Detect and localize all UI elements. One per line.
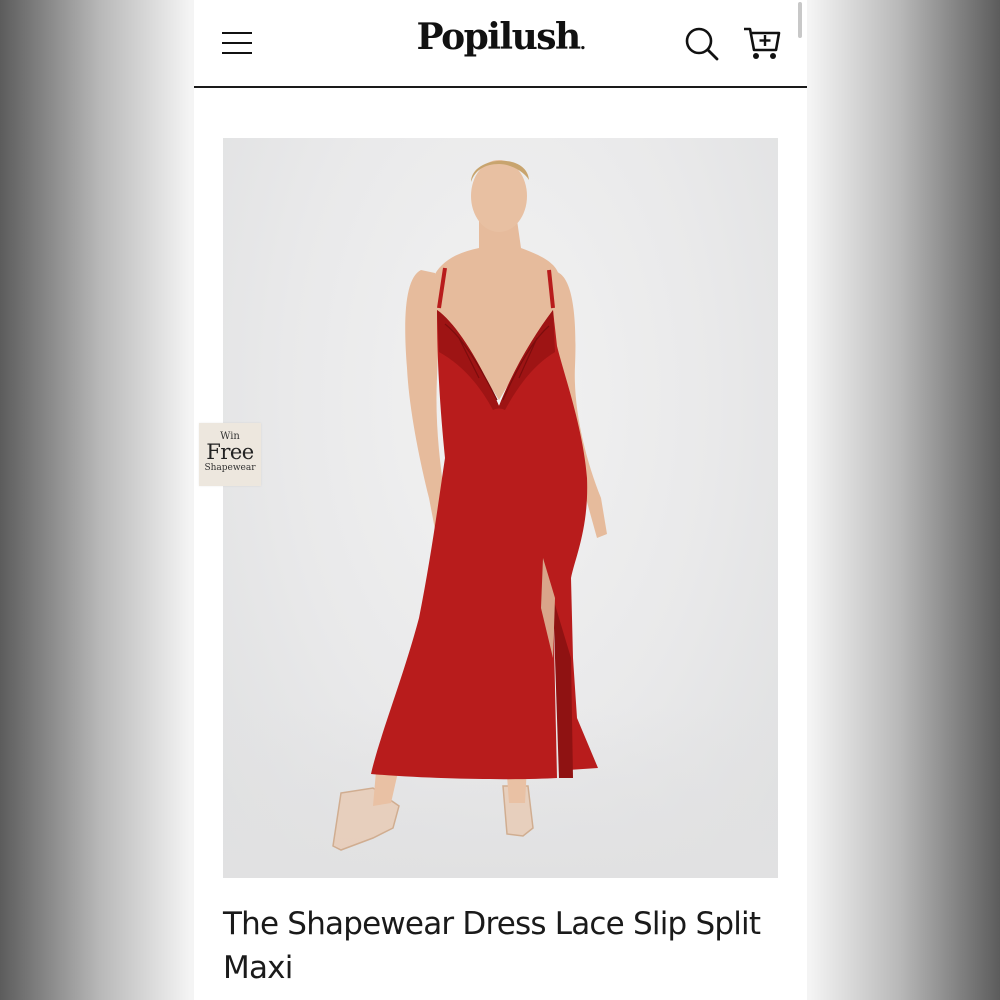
model-in-red-dress-image — [332, 160, 607, 851]
phone-screen: Popilush. Win Free Shapewear The Shapewe… — [194, 0, 807, 1000]
site-header: Popilush. — [194, 0, 807, 88]
scrollbar[interactable] — [798, 2, 802, 38]
promo-line-3: Shapewear — [204, 463, 256, 473]
search-button[interactable] — [684, 26, 720, 62]
brand-logo-mark: . — [579, 33, 586, 54]
cart-plus-icon — [744, 27, 781, 59]
product-image[interactable] — [223, 138, 778, 878]
brand-logo-text: Popilush — [416, 16, 581, 58]
cart-button[interactable] — [742, 24, 782, 62]
promo-line-2: Free — [206, 440, 254, 464]
search-icon — [685, 27, 719, 61]
product-title: The Shapewear Dress Lace Slip Split Maxi — [223, 906, 761, 986]
win-free-shapewear-badge[interactable]: Win Free Shapewear — [199, 423, 261, 486]
